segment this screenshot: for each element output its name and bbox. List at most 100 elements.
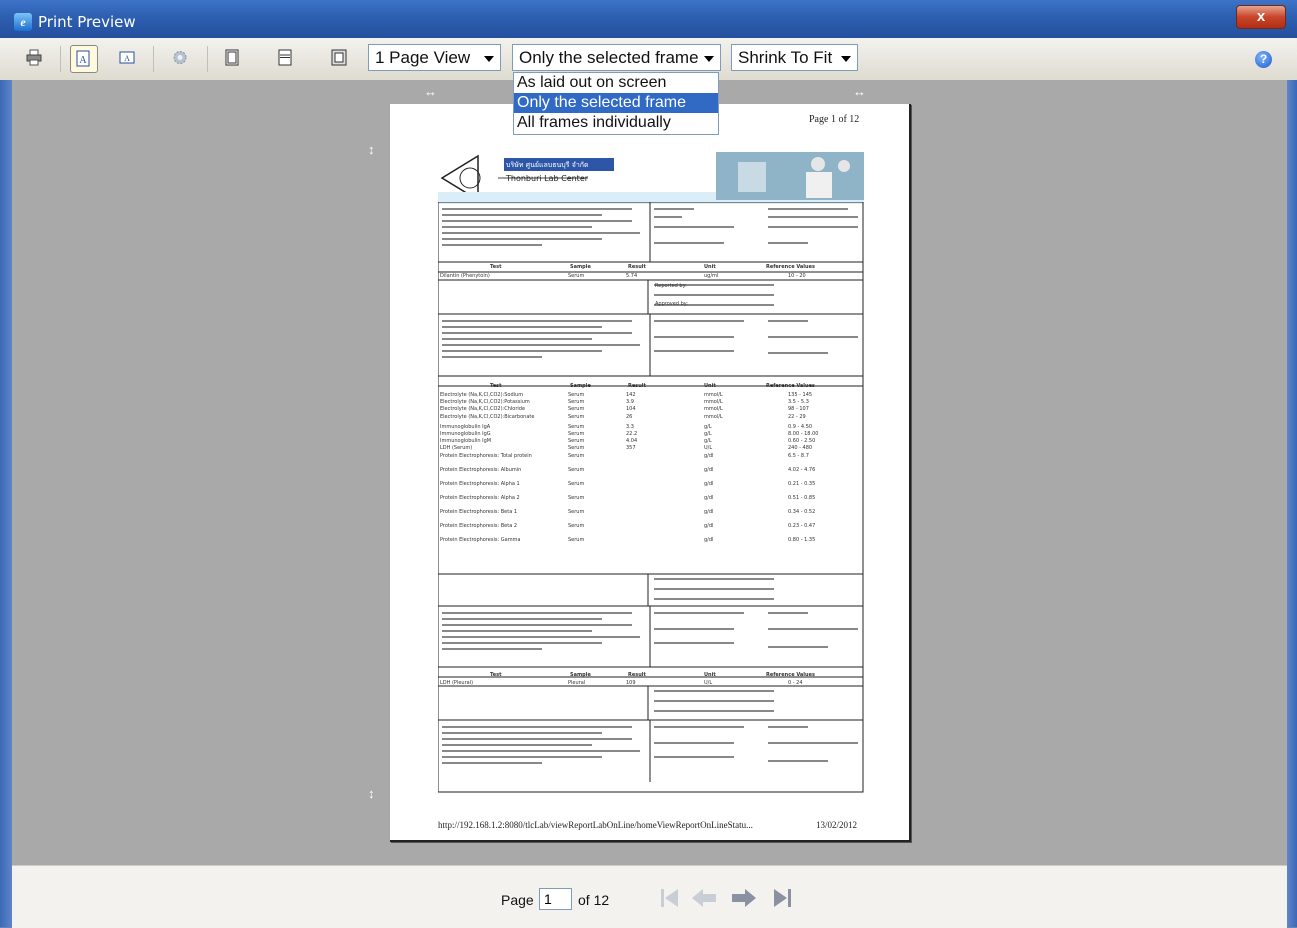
- table-cell: Serum: [568, 431, 585, 437]
- table-row: LDH (Serum): [440, 445, 473, 451]
- table-cell: g/dl: [704, 537, 714, 543]
- navigation-bar: Page 1 of 12: [12, 865, 1287, 928]
- table-header-reference: Reference Values: [766, 264, 815, 270]
- fit-mode-select[interactable]: Shrink To Fit: [731, 44, 858, 71]
- lab-logo-banner: [438, 152, 864, 204]
- page-count-label: of 12: [578, 892, 610, 908]
- frame-mode-select[interactable]: Only the selected frame: [512, 44, 721, 71]
- table-cell: Pleural: [568, 680, 586, 686]
- frame-mode-value: Only the selected frame: [519, 48, 699, 67]
- page-number-input[interactable]: 1: [539, 888, 572, 910]
- page-setup-button[interactable]: [168, 45, 194, 71]
- table-cell: Serum: [568, 273, 585, 279]
- dropdown-option-as-laid-out[interactable]: As laid out on screen: [514, 73, 718, 93]
- table-row: Electrolyte (Na,K,Cl,CO2):Chloride: [440, 406, 526, 412]
- page-view-select[interactable]: 1 Page View: [368, 44, 501, 71]
- table-header-sample: Sample: [570, 383, 591, 389]
- landscape-button[interactable]: A: [115, 45, 141, 71]
- last-page-button[interactable]: [768, 883, 796, 913]
- table-cell: 3.9: [626, 399, 634, 405]
- table-cell: 0.21 - 0.35: [788, 481, 816, 487]
- table-cell: 98 - 107: [788, 406, 809, 412]
- table-cell: 0.60 - 2.50: [788, 438, 816, 444]
- page-header-icon: [225, 49, 239, 66]
- table-row: Electrolyte (Na,K,Cl,CO2):Bicarbonate: [440, 414, 535, 420]
- page-preview: Page 1 of 12 บริษัท ศูนย์แลบธนบุรี จำกัด…: [390, 104, 911, 842]
- table-cell: 0.51 - 0.85: [788, 495, 816, 501]
- toolbar-separator: [207, 46, 208, 72]
- table-header-unit: Unit: [704, 264, 716, 270]
- table-header-test: Test: [490, 264, 502, 270]
- table-row: Protein Electrophoresis: Alpha 2: [440, 495, 520, 501]
- table-cell: 4.02 - 4.76: [788, 467, 816, 473]
- toolbar-separator: [153, 46, 154, 72]
- table-header-reference: Reference Values: [766, 383, 815, 389]
- print-button[interactable]: [22, 45, 48, 71]
- table-header-result: Result: [628, 264, 646, 270]
- title-bar: e Print Preview x: [0, 0, 1297, 38]
- close-button[interactable]: x: [1236, 5, 1286, 29]
- svg-text:A: A: [124, 54, 130, 63]
- top-margin-handle[interactable]: ↕: [368, 142, 375, 157]
- table-cell: Serum: [568, 509, 585, 515]
- window-border-right: [1287, 80, 1297, 927]
- page-number-header: Page 1 of 12: [809, 114, 860, 125]
- table-cell: g/dl: [704, 481, 714, 487]
- help-button[interactable]: ?: [1255, 51, 1272, 68]
- table-cell: 10 - 20: [788, 273, 806, 279]
- next-page-button[interactable]: [730, 883, 758, 913]
- fit-mode-value: Shrink To Fit: [738, 48, 833, 67]
- table-header-unit: Unit: [704, 383, 716, 389]
- table-row: LDH (Pleural): [440, 680, 474, 686]
- table-cell: 0.80 - 1.35: [788, 537, 816, 543]
- window-border-left: [0, 80, 12, 927]
- table-row: Protein Electrophoresis: Total protein: [440, 453, 532, 459]
- table-cell: mmol/L: [704, 414, 723, 420]
- bottom-margin-handle[interactable]: ↕: [368, 786, 375, 801]
- table-cell: g/L: [704, 438, 712, 444]
- table-cell: mmol/L: [704, 392, 723, 398]
- portrait-button[interactable]: A: [70, 45, 98, 73]
- table-cell: g/dl: [704, 509, 714, 515]
- table-row: Protein Electrophoresis: Albumin: [440, 467, 522, 473]
- first-page-icon: [661, 889, 678, 907]
- table-row: Dilantin (Phenytoin): [440, 273, 490, 279]
- previous-page-button[interactable]: [690, 883, 718, 913]
- arrow-right-icon: [732, 889, 756, 907]
- page-label: Page: [501, 892, 534, 908]
- table-cell: 5.74: [626, 273, 638, 279]
- table-cell: Serum: [568, 406, 585, 412]
- full-width-button[interactable]: [273, 45, 299, 71]
- dropdown-option-selected-frame[interactable]: Only the selected frame: [514, 93, 718, 113]
- table-cell: 6.5 - 8.7: [788, 453, 809, 459]
- left-margin-handle[interactable]: ↔: [424, 84, 437, 99]
- table-cell: 135 - 145: [788, 392, 813, 398]
- table-cell: Serum: [568, 467, 585, 473]
- table-cell: Serum: [568, 414, 585, 420]
- right-margin-handle[interactable]: ↔: [853, 84, 866, 99]
- footer-url: http://192.168.1.2:8080/tlcLab/viewRepor…: [438, 820, 753, 830]
- internet-explorer-icon: e: [14, 13, 32, 31]
- lab-name-english: Thonburi Lab Center: [506, 174, 589, 183]
- table-cell: 22 - 29: [788, 414, 806, 420]
- full-page-button[interactable]: [327, 45, 353, 71]
- page-view-value: 1 Page View: [375, 48, 471, 67]
- window-title: Print Preview: [38, 13, 136, 31]
- table-cell: Serum: [568, 523, 585, 529]
- dropdown-option-all-frames[interactable]: All frames individually: [514, 113, 718, 133]
- last-page-icon: [774, 889, 791, 907]
- lab-name-thai: บริษัท ศูนย์แลบธนบุรี จำกัด: [506, 161, 589, 169]
- table-cell: Serum: [568, 445, 585, 451]
- table-cell: Serum: [568, 424, 585, 430]
- landscape-page-icon: A: [119, 51, 135, 64]
- table-cell: Serum: [568, 481, 585, 487]
- first-page-button[interactable]: [656, 883, 684, 913]
- arrow-left-icon: [692, 889, 716, 907]
- table-cell: 0 - 24: [788, 680, 803, 686]
- table-cell: g/dl: [704, 453, 714, 459]
- table-row: Immunoglobulin IgA: [440, 424, 491, 430]
- gear-icon: [173, 51, 187, 64]
- headers-footers-button[interactable]: [220, 45, 246, 71]
- table-cell: 26: [626, 414, 633, 420]
- printer-icon: [26, 49, 42, 66]
